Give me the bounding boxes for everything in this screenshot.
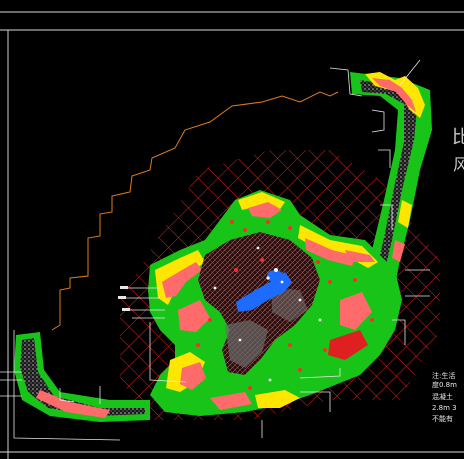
note-line-4: 2.8m 3	[432, 404, 457, 412]
cad-drawing-canvas[interactable]	[0, 0, 464, 459]
note-line-5: 不能有	[432, 415, 453, 423]
drawing-title-line-2: 风	[453, 155, 464, 174]
drawing-title-line-1: 比	[452, 127, 464, 148]
note-line-3: 混凝土	[432, 393, 453, 401]
note-line-2: 度0.8m	[432, 381, 457, 389]
note-line-1: 注:生活	[432, 372, 456, 380]
